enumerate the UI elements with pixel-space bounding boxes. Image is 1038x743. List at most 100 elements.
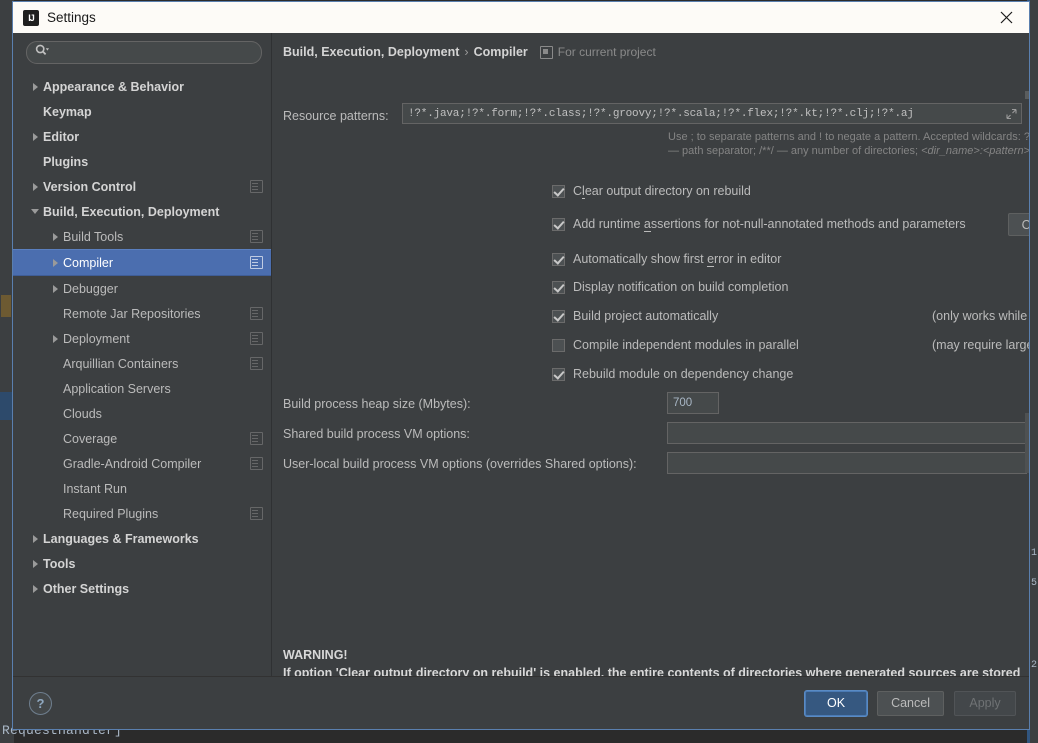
sidebar-item-label: Debugger — [63, 282, 118, 296]
checkbox-indicator[interactable] — [552, 218, 565, 231]
checkbox-indicator[interactable] — [552, 310, 565, 323]
checkbox-rebuild-on-dependency-change[interactable]: Rebuild module on dependency change — [552, 367, 793, 381]
checkbox-compile-modules-parallel[interactable]: Compile independent modules in parallel — [552, 338, 799, 352]
project-scope-icon — [250, 357, 263, 370]
project-scope-icon — [250, 256, 263, 269]
main-scrollbar-top[interactable] — [1025, 91, 1029, 99]
main-scrollbar-thumb[interactable] — [1025, 413, 1029, 473]
sidebar-item-keymap[interactable]: Keymap — [13, 99, 271, 124]
userlocal-vm-options-input[interactable] — [667, 452, 1027, 474]
sidebar-item-build-tools[interactable]: Build Tools — [13, 224, 271, 249]
sidebar-item-deployment[interactable]: Deployment — [13, 326, 271, 351]
heap-size-input[interactable]: 700 — [667, 392, 719, 414]
sidebar-item-coverage[interactable]: Coverage — [13, 426, 271, 451]
project-icon — [540, 46, 553, 59]
checkbox-indicator[interactable] — [552, 339, 565, 352]
checkbox-clear-output-directory[interactable]: Clear output directory on rebuild — [552, 184, 751, 198]
ide-gutter-line-3: 2 — [1031, 660, 1037, 671]
sidebar-item-label: Editor — [43, 130, 79, 144]
chevron-right-icon[interactable] — [47, 233, 63, 241]
checkbox-display-notification[interactable]: Display notification on build completion — [552, 280, 788, 294]
note-compile-modules-parallel: (may require larger heap size) — [932, 338, 1029, 352]
chevron-right-icon[interactable] — [27, 585, 43, 593]
sidebar-item-tools[interactable]: Tools — [13, 551, 271, 576]
chevron-right-icon[interactable] — [27, 535, 43, 543]
sidebar-item-required-plugins[interactable]: Required Plugins — [13, 501, 271, 526]
configure-annotations-button[interactable]: Configure annotations... — [1008, 213, 1029, 236]
chevron-right-icon[interactable] — [27, 133, 43, 141]
sidebar-item-label: Instant Run — [63, 482, 127, 496]
checkbox-add-runtime-assertions[interactable]: Add runtime assertions for not-null-anno… — [552, 217, 966, 231]
sidebar-item-version-control[interactable]: Version Control — [13, 174, 271, 199]
cancel-button[interactable]: Cancel — [877, 691, 944, 716]
resource-patterns-input[interactable]: !?*.java;!?*.form;!?*.class;!?*.groovy;!… — [402, 103, 1022, 124]
dialog-title-bar: IJ Settings — [13, 2, 1029, 33]
sidebar-item-clouds[interactable]: Clouds — [13, 401, 271, 426]
sidebar-item-application-servers[interactable]: Application Servers — [13, 376, 271, 401]
search-container — [13, 33, 271, 70]
expand-icon[interactable] — [1006, 108, 1017, 119]
sidebar-item-label: Application Servers — [63, 382, 171, 396]
project-scope-icon — [250, 457, 263, 470]
project-scope-icon — [250, 230, 263, 243]
sidebar-item-label: Tools — [43, 557, 75, 571]
search-input[interactable] — [50, 46, 261, 60]
chevron-right-icon[interactable] — [47, 285, 63, 293]
chevron-right-icon[interactable] — [27, 183, 43, 191]
sidebar-item-plugins[interactable]: Plugins — [13, 149, 271, 174]
project-scope-badge: For current project — [540, 45, 656, 59]
checkbox-label: Add runtime assertions for not-null-anno… — [573, 217, 966, 231]
checkbox-indicator[interactable] — [552, 281, 565, 294]
checkbox-auto-show-first-error[interactable]: Automatically show first error in editor — [552, 252, 781, 266]
settings-dialog: IJ Settings — [12, 1, 1030, 730]
sidebar-item-label: Arquillian Containers — [63, 357, 178, 371]
sidebar-item-debugger[interactable]: Debugger — [13, 276, 271, 301]
settings-tree: Appearance & Behavior Keymap Editor Plugins… — [13, 70, 271, 601]
sidebar-item-label: Required Plugins — [63, 507, 158, 521]
checkbox-build-project-automatically[interactable]: Build project automatically — [552, 309, 718, 323]
close-icon[interactable] — [983, 2, 1029, 33]
sidebar-item-remote-jar-repositories[interactable]: Remote Jar Repositories — [13, 301, 271, 326]
sidebar-item-arquillian-containers[interactable]: Arquillian Containers — [13, 351, 271, 376]
warning-message: WARNING! If option 'Clear output directo… — [283, 646, 1028, 676]
shared-vm-options-input[interactable] — [667, 422, 1027, 444]
chevron-right-icon[interactable] — [47, 335, 63, 343]
checkbox-indicator[interactable] — [552, 368, 565, 381]
project-scope-icon — [250, 332, 263, 345]
shared-vm-options-label: Shared build process VM options: — [283, 427, 470, 441]
dialog-title: Settings — [47, 10, 96, 25]
sidebar-item-build-execution-deployment[interactable]: Build, Execution, Deployment — [13, 199, 271, 224]
checkbox-indicator[interactable] — [552, 253, 565, 266]
checkbox-label: Automatically show first error in editor — [573, 252, 781, 266]
sidebar-item-label: Deployment — [63, 332, 130, 346]
project-scope-icon — [250, 507, 263, 520]
sidebar-item-label: Compiler — [63, 256, 113, 270]
checkbox-label: Rebuild module on dependency change — [573, 367, 793, 381]
sidebar-item-label: Remote Jar Repositories — [63, 307, 201, 321]
project-scope-icon — [250, 180, 263, 193]
chevron-down-icon[interactable] — [27, 209, 43, 214]
sidebar-item-compiler[interactable]: Compiler — [13, 249, 271, 276]
chevron-right-icon[interactable] — [47, 259, 63, 267]
breadcrumb-root[interactable]: Build, Execution, Deployment — [283, 45, 459, 59]
search-box[interactable] — [26, 41, 262, 64]
checkbox-indicator[interactable] — [552, 185, 565, 198]
chevron-right-icon[interactable] — [27, 560, 43, 568]
sidebar-item-appearance-behavior[interactable]: Appearance & Behavior — [13, 74, 271, 99]
breadcrumb-separator: › — [464, 45, 468, 59]
sidebar-item-instant-run[interactable]: Instant Run — [13, 476, 271, 501]
warning-title: WARNING! — [283, 646, 1028, 664]
ok-button[interactable]: OK — [805, 691, 867, 716]
sidebar-item-label: Keymap — [43, 105, 92, 119]
hint-text-dir-token: <dir_name>:<pattern> — [921, 145, 1029, 157]
sidebar-item-label: Coverage — [63, 432, 117, 446]
help-button[interactable]: ? — [29, 692, 52, 715]
sidebar-item-languages-frameworks[interactable]: Languages & Frameworks — [13, 526, 271, 551]
chevron-right-icon[interactable] — [27, 83, 43, 91]
sidebar-item-editor[interactable]: Editor — [13, 124, 271, 149]
sidebar-item-gradle-android-compiler[interactable]: Gradle-Android Compiler — [13, 451, 271, 476]
apply-button[interactable]: Apply — [954, 691, 1016, 716]
heap-size-label: Build process heap size (Mbytes): — [283, 397, 471, 411]
sidebar-item-label: Clouds — [63, 407, 102, 421]
sidebar-item-other-settings[interactable]: Other Settings — [13, 576, 271, 601]
